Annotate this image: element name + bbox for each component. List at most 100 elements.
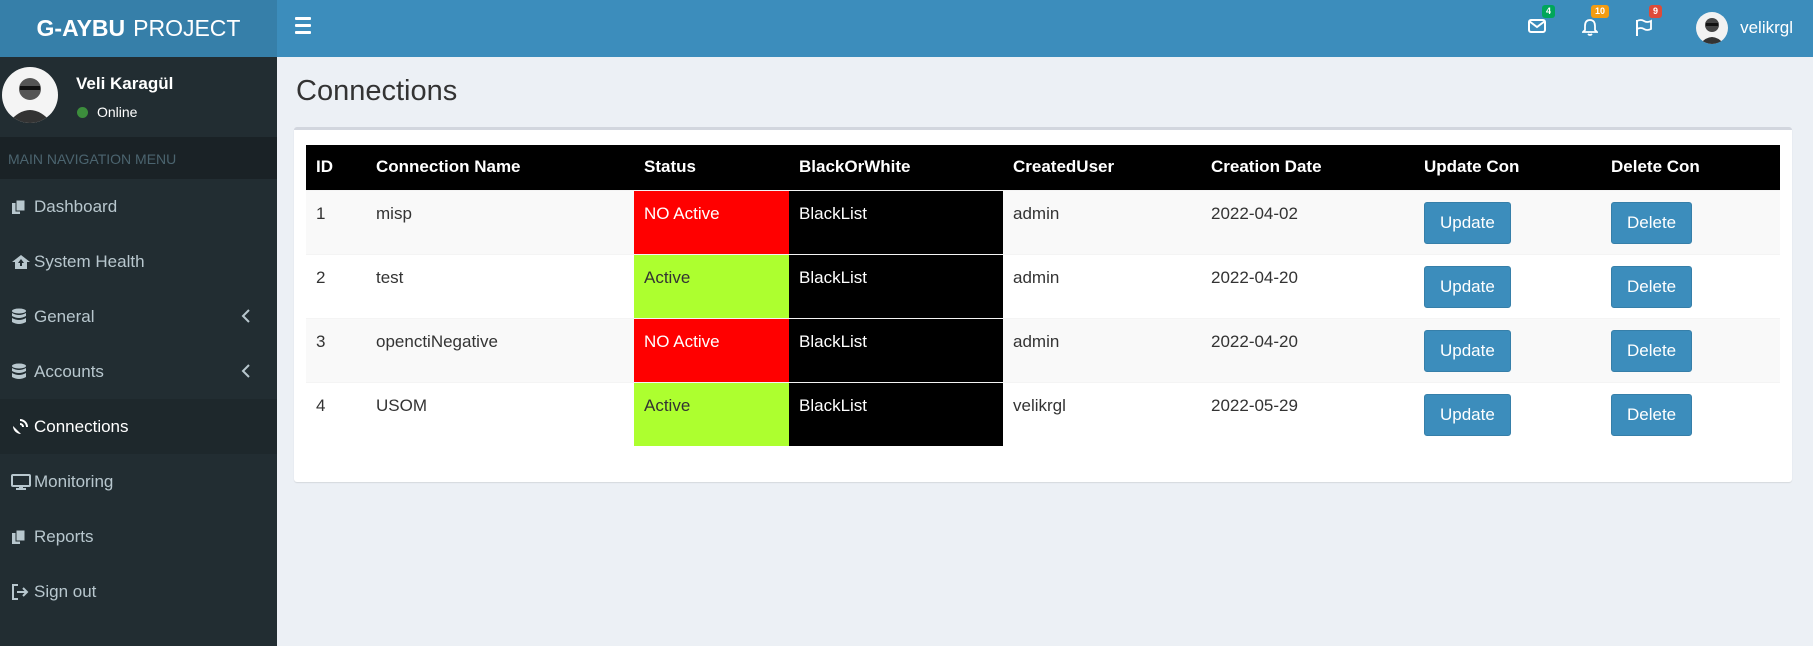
desktop-icon (11, 473, 31, 491)
user-panel: Veli Karagül Online (0, 57, 277, 137)
id-cell: 3 (306, 317, 366, 382)
column-header[interactable]: Creation Date (1201, 145, 1414, 190)
delete-cell: Delete (1601, 381, 1780, 446)
sidebar-item-general[interactable]: General (0, 289, 277, 344)
update-cell: Update (1414, 253, 1601, 318)
sidebar-item-label: System Health (34, 251, 145, 271)
sidebar-item-label: Dashboard (34, 196, 118, 216)
sidebar-item-label: General (34, 306, 95, 326)
delete-cell: Delete (1601, 317, 1780, 382)
created-user-cell: admin (1003, 253, 1201, 318)
update-cell: Update (1414, 317, 1601, 382)
created-user-cell: admin (1003, 317, 1201, 382)
user-status-text: Online (97, 104, 138, 120)
logo-bold: G-AYBU (36, 15, 126, 41)
database-icon (11, 308, 31, 326)
user-status: Online (77, 104, 137, 120)
table-row: 4 USOM Active BlackList velikrgl 2022-05… (306, 381, 1780, 446)
black-or-white-cell: BlackList (789, 381, 1003, 446)
table-header-row: ID Connection Name Status BlackOrWhite C… (306, 145, 1780, 190)
tasks-badge: 9 (1648, 5, 1662, 18)
connection-name-cell: USOM (366, 381, 634, 446)
messages-button[interactable]: 4 (1523, 5, 1555, 43)
column-header[interactable]: BlackOrWhite (789, 145, 1003, 190)
sidebar-item-connections[interactable]: Connections (0, 399, 277, 454)
status-cell: Active (634, 253, 789, 318)
created-user-cell: velikrgl (1003, 381, 1201, 446)
sidebar: Veli Karagül Online MAIN NAVIGATION MENU… (0, 57, 277, 646)
user-menu[interactable]: velikrgl (1696, 10, 1793, 46)
column-header[interactable]: CreatedUser (1003, 145, 1201, 190)
column-header[interactable]: Status (634, 145, 789, 190)
connection-name-cell: misp (366, 189, 634, 254)
files-icon (11, 528, 31, 546)
table-row: 2 test Active BlackList admin 2022-04-20… (306, 253, 1780, 318)
top-navbar: 4 10 9 velikrgl (277, 0, 1813, 57)
tasks-button[interactable]: 9 (1630, 5, 1662, 43)
menu-header: MAIN NAVIGATION MENU (0, 137, 277, 179)
delete-button[interactable]: Delete (1611, 329, 1693, 372)
notifications-badge: 10 (1590, 5, 1609, 18)
sidebar-item-label: Accounts (34, 361, 104, 381)
connections-box: ID Connection Name Status BlackOrWhite C… (294, 127, 1792, 482)
update-cell: Update (1414, 381, 1601, 446)
update-cell: Update (1414, 189, 1601, 254)
sidebar-item-dashboard[interactable]: Dashboard (0, 179, 277, 234)
sign-out-icon (11, 583, 31, 601)
delete-cell: Delete (1601, 253, 1780, 318)
delete-button[interactable]: Delete (1611, 201, 1693, 244)
black-or-white-cell: BlackList (789, 253, 1003, 318)
sidebar-toggle-icon[interactable] (295, 17, 317, 39)
user-avatar (2, 67, 58, 123)
satellite-dish-icon (11, 418, 31, 436)
sidebar-item-label: Sign out (34, 581, 97, 601)
delete-cell: Delete (1601, 189, 1780, 254)
envelope-icon (1528, 19, 1546, 33)
id-cell: 2 (306, 253, 366, 318)
status-cell: Active (634, 381, 789, 446)
column-header[interactable]: Delete Con (1601, 145, 1780, 190)
delete-button[interactable]: Delete (1611, 265, 1693, 308)
sidebar-item-sign-out[interactable]: Sign out (0, 564, 277, 619)
sidebar-item-label: Reports (34, 526, 94, 546)
online-status-icon (77, 106, 88, 118)
black-or-white-cell: BlackList (789, 189, 1003, 254)
notifications-button[interactable]: 10 (1577, 5, 1609, 43)
sidebar-item-monitoring[interactable]: Monitoring (0, 454, 277, 509)
sidebar-item-accounts[interactable]: Accounts (0, 344, 277, 399)
chevron-left-icon (241, 364, 250, 378)
home-upload-icon (11, 253, 31, 271)
update-button[interactable]: Update (1424, 265, 1511, 308)
sidebar-item-reports[interactable]: Reports (0, 509, 277, 564)
column-header[interactable]: ID (306, 145, 366, 190)
update-button[interactable]: Update (1424, 393, 1511, 436)
status-cell: NO Active (634, 317, 789, 382)
created-user-cell: admin (1003, 189, 1201, 254)
column-header[interactable]: Connection Name (366, 145, 634, 190)
chevron-left-icon (241, 309, 250, 323)
black-or-white-cell: BlackList (789, 317, 1003, 382)
delete-button[interactable]: Delete (1611, 393, 1693, 436)
messages-badge: 4 (1541, 5, 1555, 18)
table-row: 1 misp NO Active BlackList admin 2022-04… (306, 189, 1780, 254)
update-button[interactable]: Update (1424, 329, 1511, 372)
sidebar-item-label: Connections (34, 416, 129, 436)
status-cell: NO Active (634, 189, 789, 254)
sidebar-item-system-health[interactable]: System Health (0, 234, 277, 289)
app-logo[interactable]: G-AYBU PROJECT (0, 0, 277, 57)
files-icon (11, 198, 31, 216)
sidebar-item-label: Monitoring (34, 471, 114, 491)
bell-icon (1582, 19, 1598, 36)
connections-table: ID Connection Name Status BlackOrWhite C… (306, 145, 1780, 446)
table-row: 3 openctiNegative NO Active BlackList ad… (306, 317, 1780, 382)
column-header[interactable]: Update Con (1414, 145, 1601, 190)
creation-date-cell: 2022-04-02 (1201, 189, 1414, 254)
creation-date-cell: 2022-04-20 (1201, 253, 1414, 318)
avatar (1696, 12, 1729, 44)
database-icon (11, 363, 31, 381)
id-cell: 4 (306, 381, 366, 446)
creation-date-cell: 2022-04-20 (1201, 317, 1414, 382)
id-cell: 1 (306, 189, 366, 254)
creation-date-cell: 2022-05-29 (1201, 381, 1414, 446)
update-button[interactable]: Update (1424, 201, 1511, 244)
